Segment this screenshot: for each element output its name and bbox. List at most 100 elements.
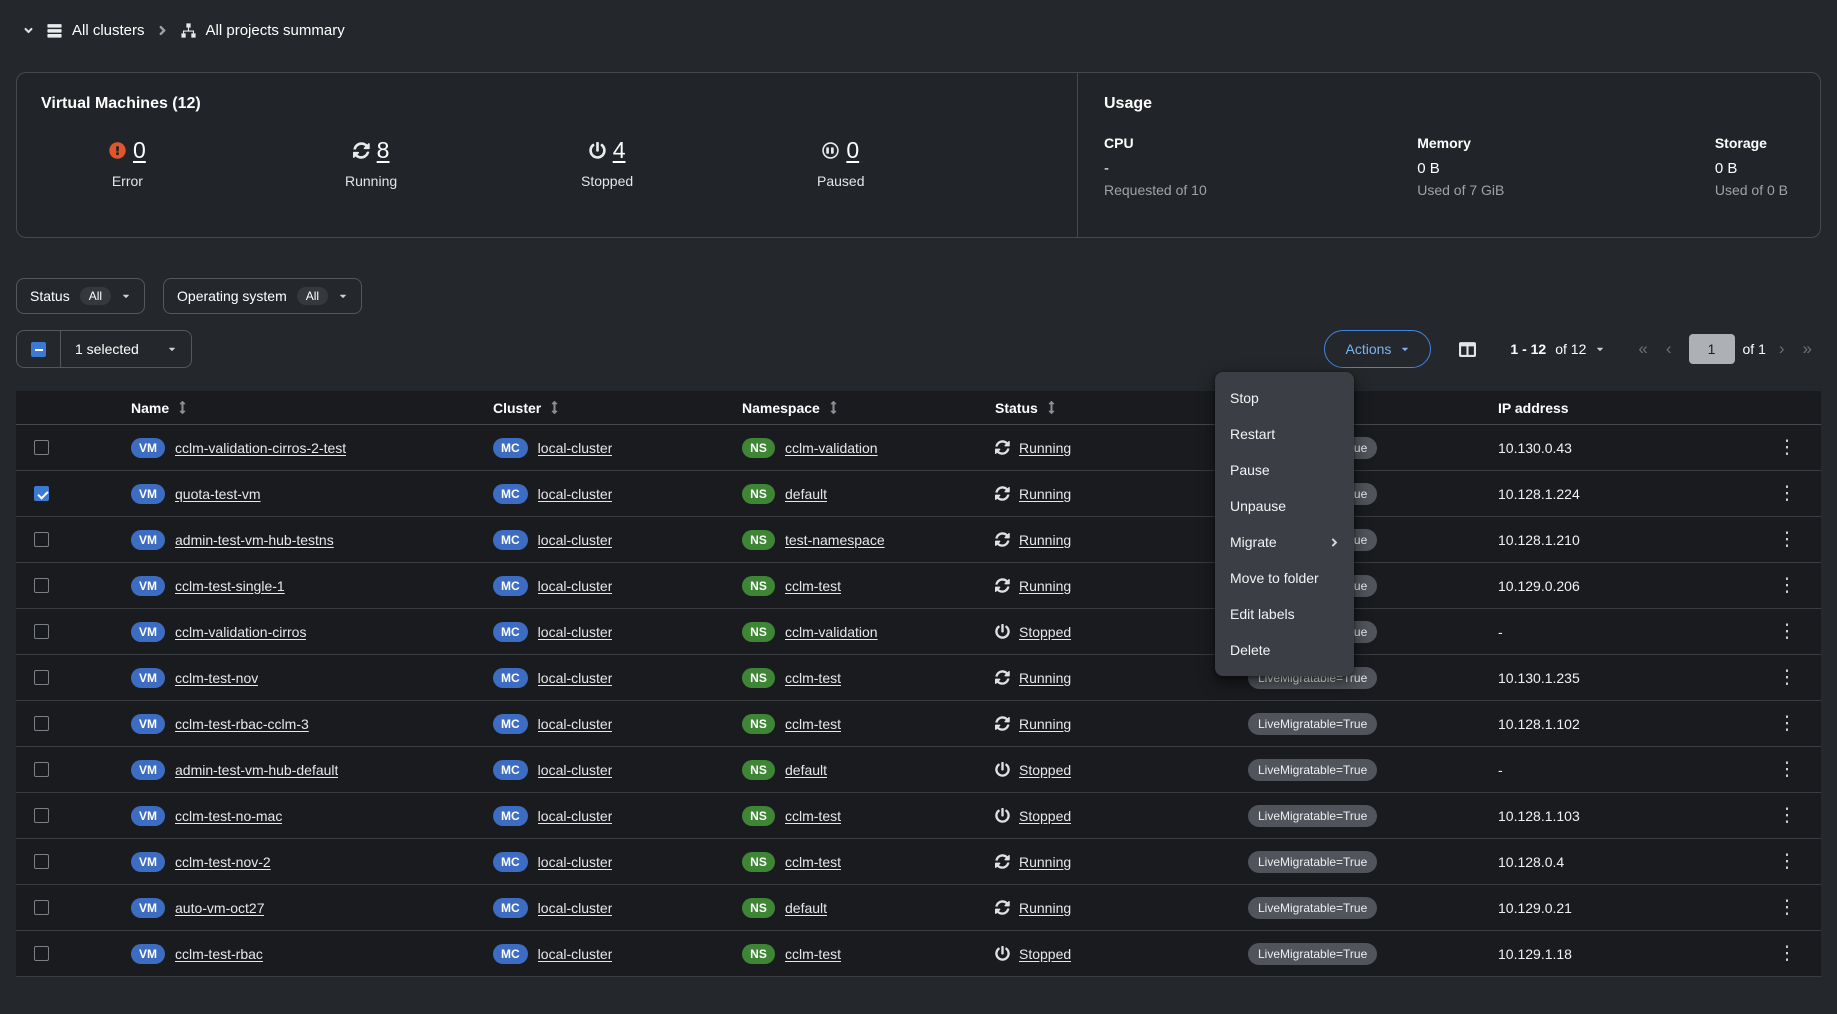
bulk-select-checkbox[interactable] [31, 342, 46, 357]
status-link[interactable]: Running [1019, 578, 1071, 594]
row-checkbox[interactable] [34, 532, 49, 547]
vm-name-link[interactable]: cclm-test-nov [175, 670, 258, 686]
vm-name-link[interactable]: cclm-test-single-1 [175, 578, 285, 594]
vm-name-link[interactable]: cclm-validation-cirros [175, 624, 306, 640]
breadcrumb-all-clusters[interactable]: All clusters [46, 22, 145, 39]
column-header-status[interactable]: Status [979, 400, 1232, 416]
status-link[interactable]: Stopped [1019, 808, 1071, 824]
vm-name-link[interactable]: cclm-validation-cirros-2-test [175, 440, 346, 456]
error-count-link[interactable]: 0 [133, 137, 146, 164]
column-header-cluster[interactable]: Cluster [477, 400, 726, 416]
cluster-link[interactable]: local-cluster [538, 578, 613, 594]
vm-name-link[interactable]: admin-test-vm-hub-testns [175, 532, 334, 548]
next-page-button[interactable]: › [1770, 339, 1794, 359]
kebab-menu-icon[interactable]: ⋮ [1778, 668, 1797, 687]
cluster-link[interactable]: local-cluster [538, 532, 613, 548]
column-header-namespace[interactable]: Namespace [726, 400, 979, 416]
kebab-menu-icon[interactable]: ⋮ [1778, 898, 1797, 917]
row-checkbox[interactable] [34, 854, 49, 869]
status-link[interactable]: Running [1019, 900, 1071, 916]
kebab-menu-icon[interactable]: ⋮ [1778, 760, 1797, 779]
running-count-link[interactable]: 8 [377, 137, 390, 164]
status-link[interactable]: Running [1019, 716, 1071, 732]
menu-item-edit-labels[interactable]: Edit labels [1215, 596, 1354, 632]
status-link[interactable]: Running [1019, 440, 1071, 456]
status-link[interactable]: Running [1019, 486, 1071, 502]
namespace-link[interactable]: cclm-test [785, 854, 841, 870]
kebab-menu-icon[interactable]: ⋮ [1778, 944, 1797, 963]
first-page-button[interactable]: « [1629, 339, 1656, 359]
vm-name-link[interactable]: cclm-test-no-mac [175, 808, 282, 824]
column-header-name[interactable]: Name [115, 400, 477, 416]
menu-item-delete[interactable]: Delete [1215, 632, 1354, 668]
menu-item-stop[interactable]: Stop [1215, 380, 1354, 416]
namespace-link[interactable]: cclm-test [785, 578, 841, 594]
row-checkbox[interactable] [34, 900, 49, 915]
row-checkbox[interactable] [34, 716, 49, 731]
vm-name-link[interactable]: quota-test-vm [175, 486, 261, 502]
row-checkbox[interactable] [34, 624, 49, 639]
status-link[interactable]: Stopped [1019, 624, 1071, 640]
cluster-link[interactable]: local-cluster [538, 440, 613, 456]
cluster-link[interactable]: local-cluster [538, 808, 613, 824]
current-page-input[interactable]: 1 [1689, 334, 1735, 364]
status-link[interactable]: Stopped [1019, 762, 1071, 778]
row-checkbox[interactable] [34, 578, 49, 593]
status-link[interactable]: Running [1019, 854, 1071, 870]
cluster-link[interactable]: local-cluster [538, 854, 613, 870]
namespace-link[interactable]: cclm-validation [785, 624, 878, 640]
namespace-link[interactable]: cclm-test [785, 670, 841, 686]
manage-columns-button[interactable] [1459, 341, 1476, 358]
bulk-select-dropdown[interactable]: 1 selected [61, 331, 191, 367]
actions-button[interactable]: Actions [1324, 330, 1431, 368]
menu-item-unpause[interactable]: Unpause [1215, 488, 1354, 524]
namespace-link[interactable]: cclm-test [785, 946, 841, 962]
kebab-menu-icon[interactable]: ⋮ [1778, 576, 1797, 595]
breadcrumb-all-projects[interactable]: All projects summary [180, 22, 345, 39]
namespace-link[interactable]: cclm-validation [785, 440, 878, 456]
kebab-menu-icon[interactable]: ⋮ [1778, 530, 1797, 549]
cluster-link[interactable]: local-cluster [538, 486, 613, 502]
last-page-button[interactable]: » [1794, 339, 1821, 359]
kebab-menu-icon[interactable]: ⋮ [1778, 438, 1797, 457]
status-link[interactable]: Running [1019, 670, 1071, 686]
cluster-link[interactable]: local-cluster [538, 670, 613, 686]
bulk-select-checkbox-zone[interactable] [17, 331, 61, 367]
cluster-link[interactable]: local-cluster [538, 716, 613, 732]
vm-name-link[interactable]: auto-vm-oct27 [175, 900, 264, 916]
cluster-link[interactable]: local-cluster [538, 624, 613, 640]
status-link[interactable]: Stopped [1019, 946, 1071, 962]
kebab-menu-icon[interactable]: ⋮ [1778, 622, 1797, 641]
namespace-link[interactable]: default [785, 900, 827, 916]
previous-page-button[interactable]: ‹ [1657, 339, 1681, 359]
status-filter[interactable]: Status All [16, 278, 145, 314]
stopped-count-link[interactable]: 4 [613, 137, 626, 164]
chevron-down-icon[interactable] [22, 24, 35, 37]
namespace-link[interactable]: cclm-test [785, 716, 841, 732]
kebab-menu-icon[interactable]: ⋮ [1778, 714, 1797, 733]
row-checkbox[interactable] [34, 670, 49, 685]
row-checkbox[interactable] [34, 486, 49, 501]
menu-item-restart[interactable]: Restart [1215, 416, 1354, 452]
namespace-link[interactable]: cclm-test [785, 808, 841, 824]
namespace-link[interactable]: default [785, 486, 827, 502]
kebab-menu-icon[interactable]: ⋮ [1778, 806, 1797, 825]
vm-name-link[interactable]: admin-test-vm-hub-default [175, 762, 338, 778]
paused-count-link[interactable]: 0 [846, 137, 859, 164]
row-checkbox[interactable] [34, 762, 49, 777]
kebab-menu-icon[interactable]: ⋮ [1778, 852, 1797, 871]
status-link[interactable]: Running [1019, 532, 1071, 548]
cluster-link[interactable]: local-cluster [538, 946, 613, 962]
vm-name-link[interactable]: cclm-test-rbac [175, 946, 263, 962]
row-checkbox[interactable] [34, 946, 49, 961]
namespace-link[interactable]: default [785, 762, 827, 778]
cluster-link[interactable]: local-cluster [538, 762, 613, 778]
operating-system-filter[interactable]: Operating system All [163, 278, 362, 314]
vm-name-link[interactable]: cclm-test-rbac-cclm-3 [175, 716, 309, 732]
cluster-link[interactable]: local-cluster [538, 900, 613, 916]
pagination-range-dropdown[interactable]: 1 - 12 of 12 [1510, 341, 1605, 357]
namespace-link[interactable]: test-namespace [785, 532, 885, 548]
row-checkbox[interactable] [34, 440, 49, 455]
menu-item-move-to-folder[interactable]: Move to folder [1215, 560, 1354, 596]
kebab-menu-icon[interactable]: ⋮ [1778, 484, 1797, 503]
